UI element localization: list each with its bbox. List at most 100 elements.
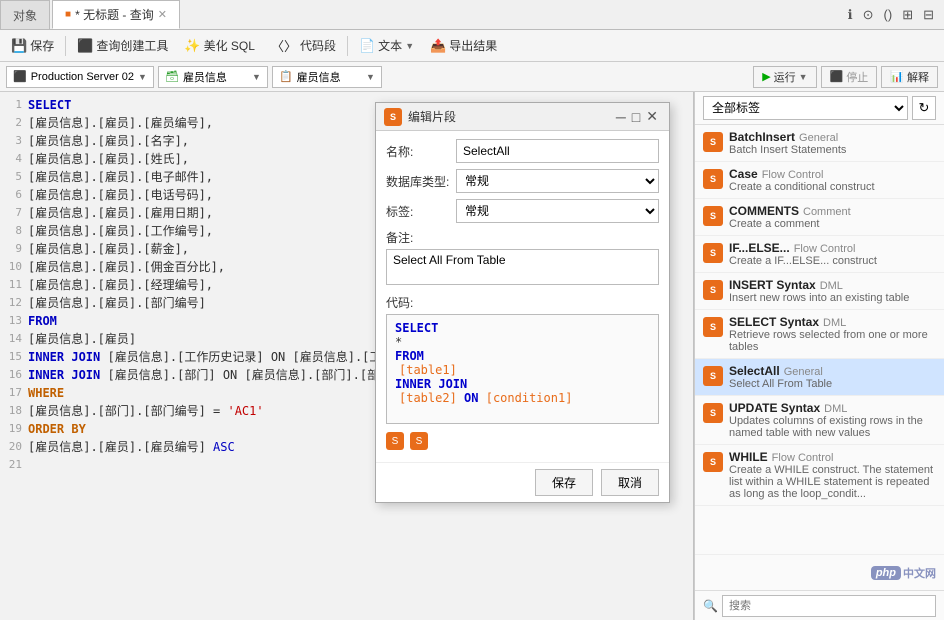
snippet-desc-while: Create a WHILE construct. The statement …	[729, 464, 936, 500]
tags-select[interactable]: 全部标签	[703, 96, 908, 120]
snippet-item-insert[interactable]: S INSERT Syntax DML Insert new rows into …	[695, 273, 944, 310]
modal-icon: S	[384, 108, 402, 126]
modal-minimize-button[interactable]: ─	[613, 109, 629, 125]
toolbar-divider-1	[65, 36, 66, 56]
snippet-item-selectsyntax[interactable]: S SELECT Syntax DML Retrieve rows selecte…	[695, 310, 944, 359]
beautify-button[interactable]: ✨ 美化 SQL	[177, 34, 262, 57]
code-line-star: *	[395, 335, 650, 349]
snippet-title-case: Case	[729, 167, 758, 181]
export-icon: 📤	[430, 38, 446, 54]
run-button[interactable]: ▶ 运行 ▼	[753, 66, 816, 88]
modal-maximize-button[interactable]: □	[629, 109, 643, 125]
modal-code-display[interactable]: SELECT * FROM [table1] INNER JOIN [table…	[386, 314, 659, 424]
modal-cancel-button[interactable]: 取消	[601, 469, 659, 496]
snippet-item-selectall[interactable]: S SelectAllGeneral Select All From Table	[695, 359, 944, 396]
snippet-tag-insert: DML	[820, 280, 843, 292]
info-icon[interactable]: ℹ	[848, 7, 853, 23]
search-input[interactable]	[722, 595, 936, 617]
snippet-item-batchinsert[interactable]: S BatchInsertGeneral Batch Insert Statem…	[695, 125, 944, 162]
db1-select[interactable]: 🗃 雇员信息 ▼	[158, 66, 268, 88]
snippet-icon-selectall: S	[703, 366, 723, 386]
remove-snippet-icon[interactable]: S	[410, 432, 428, 450]
snippet-title-selectsyntax: SELECT Syntax	[729, 315, 819, 329]
server-select[interactable]: ⬛ Production Server 02 ▼	[6, 66, 154, 88]
snippet-tag-ifelse: Flow Control	[794, 243, 856, 255]
snippet-tag-selectall: General	[784, 366, 823, 378]
explain-icon: 📊	[890, 70, 904, 83]
snippet-title-insert: INSERT Syntax	[729, 278, 816, 292]
text-button[interactable]: 📄 文本 ▼	[352, 34, 421, 57]
objects-tab-label: 对象	[13, 7, 37, 24]
stop-button[interactable]: ⬛ 停止	[821, 66, 878, 88]
snippet-desc-insert: Insert new rows into an existing table	[729, 292, 909, 304]
snippet-desc-comments: Create a comment	[729, 218, 851, 230]
edit-snippet-modal: S 编辑片段 ─ □ ✕ 名称: 数据库类型: 常规 标签:	[375, 102, 670, 503]
modal-save-button[interactable]: 保存	[535, 469, 593, 496]
code-line-select: SELECT	[395, 321, 650, 335]
snippet-icon-update: S	[703, 403, 723, 423]
snippet-desc-update: Updates columns of existing rows in the …	[729, 415, 936, 439]
db2-dropdown-icon: ▼	[366, 72, 375, 82]
db-toolbar: ⬛ Production Server 02 ▼ 🗃 雇员信息 ▼ 📋 雇员信息…	[0, 62, 944, 92]
server-dropdown-icon: ▼	[138, 72, 147, 82]
code-snippet-button[interactable]: 〈〉 代码段	[264, 33, 343, 58]
db2-select[interactable]: 📋 雇员信息 ▼	[272, 66, 382, 88]
modal-title-label: 编辑片段	[408, 108, 613, 125]
save-button[interactable]: 💾 保存	[4, 34, 61, 57]
snippet-desc-selectall: Select All From Table	[729, 378, 832, 390]
snippet-item-ifelse[interactable]: S IF...ELSE...Flow Control Create a IF..…	[695, 236, 944, 273]
php-logo-area: php 中文网	[695, 554, 944, 590]
settings-icon[interactable]: ⊙	[863, 7, 874, 23]
modal-header: S 编辑片段 ─ □ ✕	[376, 103, 669, 131]
snippet-icon-insert: S	[703, 280, 723, 300]
query-tab-close-icon[interactable]: ✕	[158, 8, 167, 21]
snippet-list: S BatchInsertGeneral Batch Insert Statem…	[695, 125, 944, 554]
modal-body: 名称: 数据库类型: 常规 标签: 常规 备注: Select All From	[376, 131, 669, 462]
refresh-button[interactable]: ↻	[912, 96, 936, 120]
modal-tag-row: 标签: 常规	[386, 199, 659, 223]
snippet-desc-selectsyntax: Retrieve rows selected from one or more …	[729, 329, 936, 353]
modal-footer-icons: S S	[386, 430, 659, 454]
snippet-item-while[interactable]: S WHILEFlow Control Create a WHILE const…	[695, 445, 944, 506]
modal-tag-label: 标签:	[386, 203, 456, 220]
stop-icon: ⬛	[830, 70, 844, 83]
query-tab-icon: ■	[65, 9, 71, 20]
snippet-title-ifelse: IF...ELSE...	[729, 241, 790, 255]
snippet-tag-while: Flow Control	[772, 452, 834, 464]
monitor-icon[interactable]: ⊟	[923, 7, 934, 23]
snippet-item-comments[interactable]: S COMMENTSComment Create a comment	[695, 199, 944, 236]
db2-icon: 📋	[279, 70, 293, 83]
snippet-item-case[interactable]: S CaseFlow Control Create a conditional …	[695, 162, 944, 199]
snippet-desc-ifelse: Create a IF...ELSE... construct	[729, 255, 877, 267]
code-line-table1: [table1]	[395, 363, 650, 377]
tab-objects[interactable]: 对象	[0, 0, 50, 29]
add-snippet-icon[interactable]: S	[386, 432, 404, 450]
snippet-title-while: WHILE	[729, 450, 768, 464]
snippet-icon-selectsyntax: S	[703, 317, 723, 337]
modal-code-label: 代码:	[386, 294, 659, 311]
parentheses-icon[interactable]: ()	[884, 7, 893, 22]
code-line-table2: [table2] ON [condition1]	[395, 391, 650, 405]
db1-dropdown-icon: ▼	[252, 72, 261, 82]
text-dropdown-icon: ▼	[405, 41, 414, 51]
explain-button[interactable]: 📊 解释	[881, 66, 938, 88]
query-builder-icon: ⬛	[77, 38, 93, 54]
snippet-item-update[interactable]: S UPDATE SyntaxDML Updates columns of ex…	[695, 396, 944, 445]
modal-name-input[interactable]	[456, 139, 659, 163]
modal-dbtype-select[interactable]: 常规	[456, 169, 659, 193]
modal-note-textarea[interactable]: Select All From Table	[386, 249, 659, 285]
save-icon: 💾	[11, 38, 27, 54]
modal-close-button[interactable]: ✕	[643, 108, 661, 125]
grid-icon[interactable]: ⊞	[902, 7, 913, 23]
toolbar-divider-2	[347, 36, 348, 56]
modal-note-label: 备注:	[386, 229, 659, 246]
code-line-from: FROM	[395, 349, 650, 363]
tab-query[interactable]: ■ * 无标题 - 查询 ✕	[52, 0, 180, 29]
modal-tag-select[interactable]: 常规	[456, 199, 659, 223]
query-tab-label: * 无标题 - 查询	[75, 6, 154, 23]
export-button[interactable]: 📤 导出结果	[423, 34, 504, 57]
snippet-tag-selectsyntax: DML	[823, 317, 846, 329]
modal-dbtype-row: 数据库类型: 常规	[386, 169, 659, 193]
run-icon: ▶	[762, 70, 770, 83]
query-builder-button[interactable]: ⬛ 查询创建工具	[70, 34, 175, 57]
